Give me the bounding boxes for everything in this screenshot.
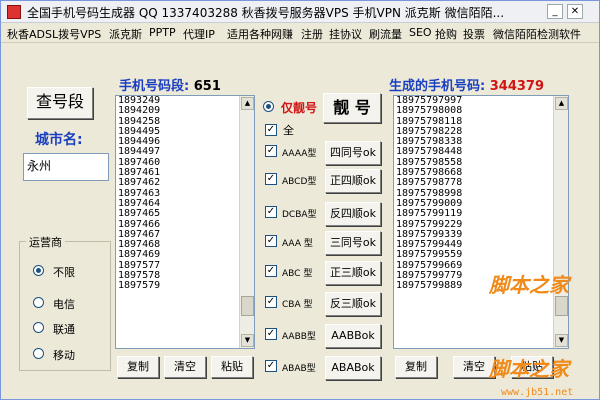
type-label-dcba: DCBA型 bbox=[282, 210, 317, 220]
menu-item-seo[interactable]: SEO bbox=[409, 26, 432, 39]
generated-copy-button[interactable]: 复制 bbox=[395, 356, 437, 378]
generated-list-scrollbar[interactable]: ▲ ▼ bbox=[553, 96, 568, 348]
menu-item-wechat-check[interactable]: 微信陌陌检测软件 bbox=[493, 26, 581, 42]
type-button-aaa[interactable]: 三同号ok bbox=[325, 231, 381, 255]
type-label-aabb: AABB型 bbox=[282, 332, 316, 342]
type-button-abab[interactable]: ABABok bbox=[325, 356, 381, 380]
type-checkbox-abab[interactable]: ✓ bbox=[265, 360, 277, 372]
type-checkbox-cba[interactable]: ✓ bbox=[265, 296, 277, 308]
menu-item-traffic[interactable]: 刷流量 bbox=[369, 26, 402, 42]
city-input[interactable]: 永州 bbox=[23, 153, 109, 181]
app-window: 全国手机号码生成器 QQ 1337403288 秋香拨号服务器VPS 手机VPN… bbox=[0, 0, 600, 400]
carrier-radio-telecom[interactable] bbox=[33, 297, 44, 308]
segment-clear-button[interactable]: 清空 bbox=[164, 356, 206, 378]
segment-list[interactable]: 1893249 1894209 1894258 1894495 1894496 18944… bbox=[115, 95, 255, 349]
scroll-up-icon[interactable]: ▲ bbox=[241, 97, 254, 110]
generated-count: 344379 bbox=[489, 79, 545, 94]
menu-item-paikesi[interactable]: 派克斯 bbox=[109, 26, 142, 42]
menu-bar: 秋香ADSL拨号VPS 派克斯 PPTP 代理IP 适用各种网赚 注册 挂协议 … bbox=[1, 23, 599, 43]
carrier-radio-any[interactable] bbox=[33, 265, 44, 276]
generated-label-text: 生成的手机号码: bbox=[389, 79, 486, 94]
segment-label: 手机号码段: 651 bbox=[119, 75, 221, 94]
title-bar: 全国手机号码生成器 QQ 1337403288 秋香拨号服务器VPS 手机VPN… bbox=[1, 1, 599, 23]
segment-copy-button[interactable]: 复制 bbox=[117, 356, 159, 378]
segment-list-scrollbar[interactable]: ▲ ▼ bbox=[239, 96, 254, 348]
pretty-number-button[interactable]: 靓 号 bbox=[323, 93, 381, 123]
type-button-aabb[interactable]: AABBok bbox=[325, 324, 381, 348]
generated-list[interactable]: 18975797997 18975798008 18975798118 1897579… bbox=[393, 95, 569, 349]
window-title: 全国手机号码生成器 QQ 1337403288 秋香拨号服务器VPS 手机VPN… bbox=[27, 6, 505, 20]
type-label-abab: ABAB型 bbox=[282, 364, 316, 374]
minimize-button[interactable]: _ bbox=[547, 4, 563, 19]
type-button-dcba[interactable]: 反四顺ok bbox=[325, 202, 381, 226]
type-checkbox-aabb[interactable]: ✓ bbox=[265, 328, 277, 340]
scroll-thumb[interactable] bbox=[555, 296, 568, 316]
city-label: 城市名: bbox=[35, 132, 83, 148]
list-item[interactable]: 18975799889 bbox=[396, 281, 462, 292]
pretty-only-label: 仅靓号 bbox=[281, 101, 318, 115]
scroll-up-icon[interactable]: ▲ bbox=[555, 97, 568, 110]
query-segment-button[interactable]: 查号段 bbox=[27, 87, 93, 119]
type-label-cba: CBA 型 bbox=[282, 300, 313, 310]
segment-list-lines: 1893249 1894209 1894258 1894495 1894496 18944… bbox=[118, 96, 160, 292]
type-label-abc: ABC 型 bbox=[282, 269, 313, 279]
watermark-url: www.jb51.net bbox=[501, 387, 574, 398]
generated-label: 生成的手机号码: 344379 bbox=[389, 75, 544, 94]
carrier-group-title: 运营商 bbox=[26, 234, 65, 250]
segment-paste-button[interactable]: 粘贴 bbox=[211, 356, 253, 378]
menu-item-panic-buy[interactable]: 抢购 bbox=[435, 26, 457, 42]
carrier-radio-unicom[interactable] bbox=[33, 322, 44, 333]
menu-item-register[interactable]: 注册 bbox=[301, 26, 323, 42]
menu-item-proxy-ip[interactable]: 代理IP bbox=[183, 26, 215, 42]
scroll-down-icon[interactable]: ▼ bbox=[241, 334, 254, 347]
type-checkbox-dcba[interactable]: ✓ bbox=[265, 206, 277, 218]
app-icon bbox=[7, 5, 21, 19]
type-button-abc[interactable]: 正三顺ok bbox=[325, 261, 381, 285]
pretty-only-radio[interactable] bbox=[263, 101, 274, 112]
select-all-label: 全 bbox=[283, 124, 294, 137]
generated-list-lines: 18975797997 18975798008 18975798118 1897579… bbox=[396, 96, 462, 292]
type-checkbox-aaa[interactable]: ✓ bbox=[265, 235, 277, 247]
carrier-label-telecom: 电信 bbox=[53, 298, 75, 311]
close-button[interactable]: ✕ bbox=[567, 4, 583, 19]
menu-item-pptp[interactable]: PPTP bbox=[149, 26, 176, 39]
menu-item-adsl-vps[interactable]: 秋香ADSL拨号VPS bbox=[7, 26, 101, 42]
type-button-cba[interactable]: 反三顺ok bbox=[325, 292, 381, 316]
carrier-label-mobile: 移动 bbox=[53, 349, 75, 362]
type-label-aaaa: AAAA型 bbox=[282, 149, 317, 159]
type-label-abcd: ABCD型 bbox=[282, 177, 317, 187]
scroll-thumb[interactable] bbox=[241, 296, 254, 316]
type-button-aaaa[interactable]: 四同号ok bbox=[325, 141, 381, 165]
menu-item-wangzhuan[interactable]: 适用各种网赚 bbox=[227, 26, 293, 42]
type-checkbox-aaaa[interactable]: ✓ bbox=[265, 145, 277, 157]
type-checkbox-abcd[interactable]: ✓ bbox=[265, 173, 277, 185]
carrier-label-unicom: 联通 bbox=[53, 323, 75, 336]
select-all-checkbox[interactable]: ✓ bbox=[265, 124, 277, 136]
type-checkbox-abc[interactable]: ✓ bbox=[265, 265, 277, 277]
menu-item-vote[interactable]: 投票 bbox=[463, 26, 485, 42]
type-label-aaa: AAA 型 bbox=[282, 239, 313, 249]
menu-item-protocol[interactable]: 挂协议 bbox=[329, 26, 362, 42]
watermark-brand-top: 脚本之家 bbox=[489, 273, 569, 297]
type-button-abcd[interactable]: 正四顺ok bbox=[325, 169, 381, 193]
segment-count: 651 bbox=[193, 79, 221, 94]
scroll-down-icon[interactable]: ▼ bbox=[555, 334, 568, 347]
list-item[interactable]: 1897579 bbox=[118, 281, 160, 292]
watermark-brand-bottom: 脚本之家 bbox=[489, 357, 569, 381]
carrier-radio-mobile[interactable] bbox=[33, 348, 44, 359]
segment-label-text: 手机号码段: bbox=[119, 79, 190, 94]
carrier-label-any: 不限 bbox=[53, 266, 75, 279]
